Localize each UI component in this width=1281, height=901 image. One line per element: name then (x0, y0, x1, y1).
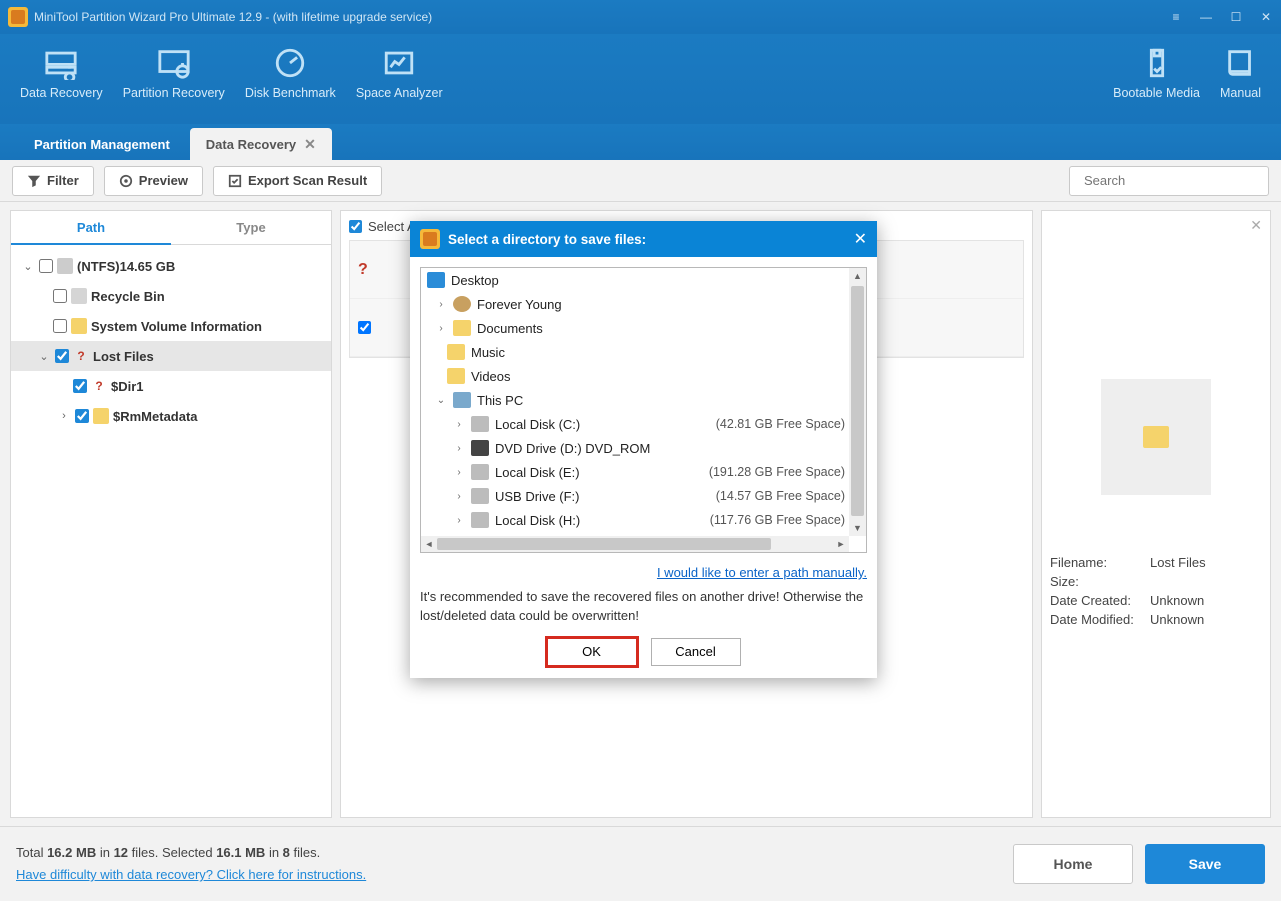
app-icon (420, 229, 440, 249)
dialog-close-icon[interactable]: ✕ (854, 229, 867, 249)
scroll-thumb[interactable] (851, 286, 864, 516)
dir-usb-drive-f[interactable]: ›USB Drive (F:)(14.57 GB Free Space) (421, 484, 849, 508)
cancel-button[interactable]: Cancel (651, 638, 741, 666)
vertical-scrollbar[interactable]: ▲ ▼ (849, 268, 866, 536)
scroll-left-icon[interactable]: ◄ (421, 536, 437, 552)
horizontal-scrollbar[interactable]: ◄ ► (421, 536, 849, 552)
scroll-thumb[interactable] (437, 538, 771, 550)
dialog-title: Select a directory to save files: (448, 232, 646, 247)
dialog-titlebar: Select a directory to save files: ✕ (410, 221, 877, 257)
dir-local-disk-h[interactable]: ›Local Disk (H:)(117.76 GB Free Space) (421, 508, 849, 532)
desktop-icon (427, 272, 445, 288)
dir-user[interactable]: ›Forever Young (421, 292, 849, 316)
dir-dvd-drive-d[interactable]: ›DVD Drive (D:) DVD_ROM (421, 436, 849, 460)
dir-this-pc[interactable]: ⌄This PC (421, 388, 849, 412)
dialog-message: It's recommended to save the recovered f… (420, 588, 867, 626)
scroll-up-icon[interactable]: ▲ (849, 268, 866, 284)
save-directory-dialog: Select a directory to save files: ✕ Desk… (410, 221, 877, 678)
user-icon (453, 296, 471, 312)
directory-tree-box: Desktop ›Forever Young ›Documents Music … (420, 267, 867, 553)
disk-icon (471, 464, 489, 480)
dir-desktop[interactable]: Desktop (421, 268, 849, 292)
dir-documents[interactable]: ›Documents (421, 316, 849, 340)
dir-local-disk-c[interactable]: ›Local Disk (C:)(42.81 GB Free Space) (421, 412, 849, 436)
ok-button[interactable]: OK (547, 638, 637, 666)
folder-icon (453, 320, 471, 336)
dir-music[interactable]: Music (421, 340, 849, 364)
folder-icon (447, 368, 465, 384)
scroll-down-icon[interactable]: ▼ (849, 520, 866, 536)
folder-icon (447, 344, 465, 360)
manual-path-link[interactable]: I would like to enter a path manually. (420, 565, 867, 580)
disk-icon (471, 416, 489, 432)
scroll-right-icon[interactable]: ► (833, 536, 849, 552)
disk-icon (471, 512, 489, 528)
dvd-icon (471, 440, 489, 456)
pc-icon (453, 392, 471, 408)
disk-icon (471, 488, 489, 504)
dir-videos[interactable]: Videos (421, 364, 849, 388)
dir-local-disk-e[interactable]: ›Local Disk (E:)(191.28 GB Free Space) (421, 460, 849, 484)
directory-tree[interactable]: Desktop ›Forever Young ›Documents Music … (421, 268, 849, 536)
